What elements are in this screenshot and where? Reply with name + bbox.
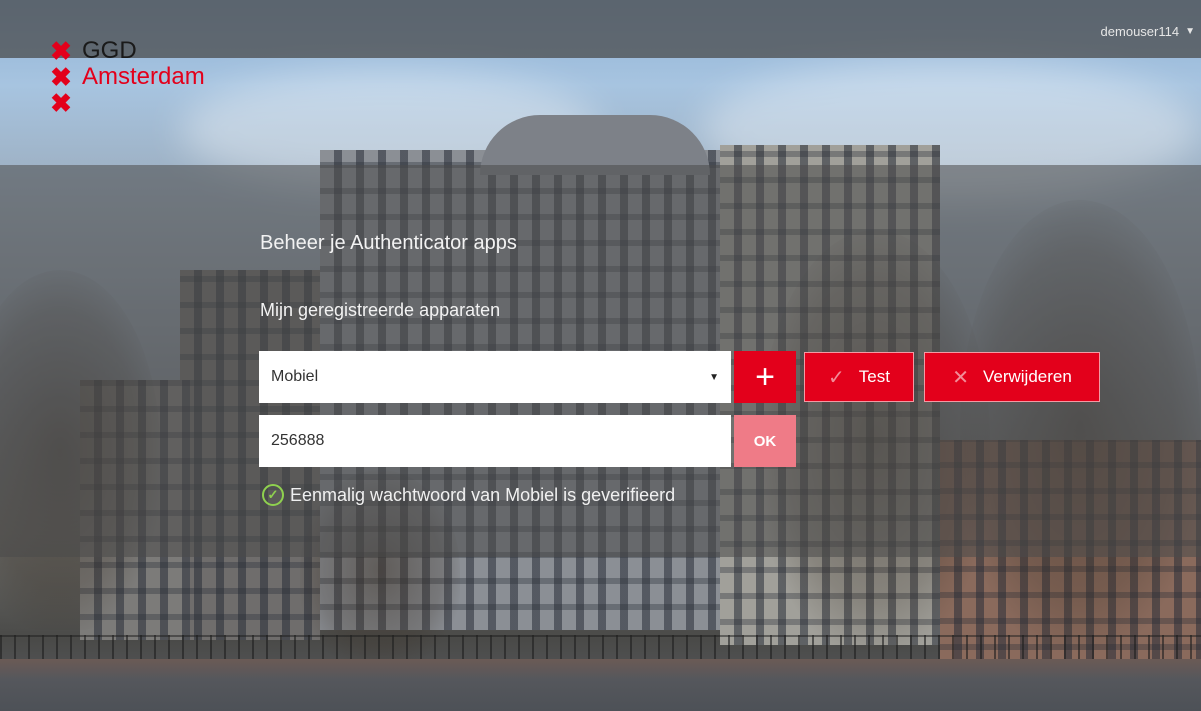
otp-code-input[interactable]: 256888 <box>259 415 731 467</box>
otp-code-value: 256888 <box>271 432 325 449</box>
logo-line-2: Amsterdam <box>82 63 205 90</box>
user-menu[interactable]: demouser114 ▼ <box>1101 24 1195 39</box>
x-mark-icon: ✖ <box>50 36 72 66</box>
device-select[interactable]: Mobiel ▼ <box>259 351 731 403</box>
page: demouser114 ▼ ✖ GGD ✖ Amsterdam ✖ Beheer… <box>0 0 1201 711</box>
test-button[interactable]: ✓ Test <box>804 352 914 402</box>
logo-line-1: GGD <box>82 37 137 64</box>
x-mark-icon: ✖ <box>50 88 72 118</box>
x-icon: ✕ <box>952 366 969 389</box>
ok-button[interactable]: OK <box>734 415 796 467</box>
remove-button[interactable]: ✕ Verwijderen <box>924 352 1100 402</box>
ok-button-label: OK <box>753 432 777 450</box>
plus-icon: + <box>755 358 775 396</box>
verification-status: ✓ Eenmalig wachtwoord van Mobiel is geve… <box>262 484 675 506</box>
add-device-button[interactable]: + <box>734 351 796 403</box>
check-circle-icon: ✓ <box>262 484 284 506</box>
x-mark-icon: ✖ <box>50 62 72 92</box>
check-icon: ✓ <box>828 366 845 389</box>
remove-button-label: Verwijderen <box>982 367 1072 386</box>
ggd-amsterdam-logo: ✖ GGD ✖ Amsterdam ✖ <box>48 36 205 118</box>
caret-down-icon: ▼ <box>709 371 719 383</box>
section-title: Mijn geregistreerde apparaten <box>260 300 501 320</box>
username: demouser114 <box>1100 24 1180 39</box>
status-message: Eenmalig wachtwoord van Mobiel is geveri… <box>290 484 676 505</box>
page-title: Beheer je Authenticator apps <box>260 232 517 254</box>
test-button-label: Test <box>858 367 890 386</box>
caret-down-icon: ▼ <box>1185 26 1195 37</box>
device-select-value: Mobiel <box>271 368 319 385</box>
